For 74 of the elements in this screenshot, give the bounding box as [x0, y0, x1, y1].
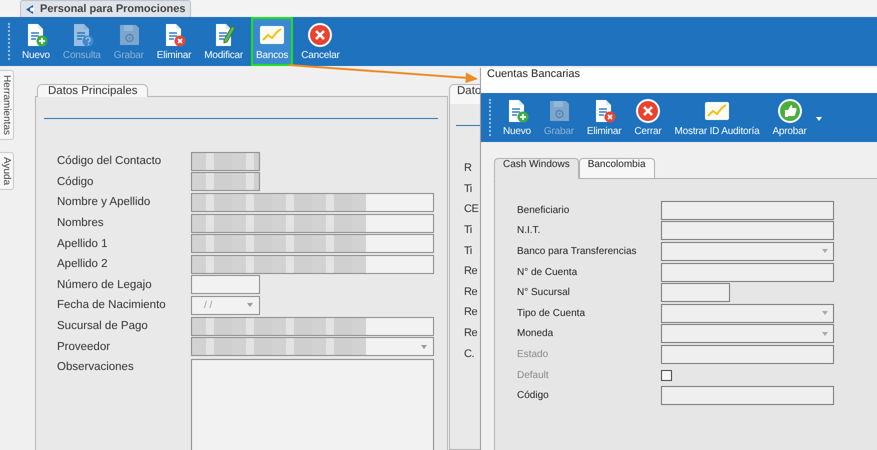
- input-field[interactable]: [191, 316, 434, 336]
- thumbs-up-icon: [776, 98, 803, 124]
- field-label: C.: [464, 348, 474, 360]
- dropdown-field[interactable]: [661, 324, 834, 344]
- cancel-icon: [634, 98, 661, 124]
- field-label: Beneficiario: [517, 204, 570, 216]
- input-field[interactable]: [191, 172, 260, 192]
- dropdown-field[interactable]: [661, 304, 834, 323]
- field-label: Re: [464, 327, 478, 340]
- toolbar-button[interactable]: Nuevo: [17, 17, 55, 66]
- blurred-value: [192, 152, 259, 170]
- toolbar-button[interactable]: Cerrar: [629, 93, 667, 142]
- field-label: Ti: [464, 244, 472, 257]
- toolbar-button[interactable]: Eliminar: [582, 93, 626, 142]
- blurred-value: [192, 173, 259, 190]
- field-label: Default: [517, 370, 550, 381]
- input-field[interactable]: [661, 344, 834, 364]
- field-label: Tipo de Cuenta: [517, 308, 586, 319]
- input-field[interactable]: [191, 254, 434, 274]
- field-label: Banco para Transferencias: [517, 246, 638, 257]
- field-label: N° Sucursal: [517, 287, 571, 298]
- field-label: Nombre y Apellido: [57, 196, 152, 208]
- field-label: Sucursal de Pago: [57, 320, 149, 332]
- tab[interactable]: Bancolombia: [578, 158, 655, 178]
- field-label: Moneda: [517, 328, 554, 340]
- field-label: N.I.T.: [517, 225, 542, 236]
- field-label: Ti: [464, 224, 472, 236]
- input-field[interactable]: [191, 152, 260, 171]
- toolbar-button[interactable]: Aprobar: [767, 95, 812, 140]
- field-label: Apellido 1: [57, 238, 109, 250]
- field-label: Re: [464, 306, 478, 318]
- field-label: Apellido 2: [57, 258, 109, 270]
- toolbar-button[interactable]: Mostrar ID Auditoría: [670, 93, 764, 142]
- toolbar-button[interactable]: Modificar: [199, 17, 248, 66]
- field-label: Proveedor: [57, 340, 112, 353]
- field-label: Re: [464, 286, 478, 298]
- side-tab[interactable]: Herramientas: [0, 70, 14, 140]
- panel-tab[interactable]: Datos Principales: [37, 84, 148, 97]
- toolbar-button[interactable]: Eliminar: [152, 17, 196, 66]
- input-field[interactable]: [661, 386, 834, 406]
- field-label: Código del Contacto: [57, 155, 162, 168]
- input-field[interactable]: [661, 200, 834, 220]
- field-label: Estado: [517, 348, 550, 360]
- field-label: N° de Cuenta: [517, 266, 578, 278]
- app-logo-icon: [25, 4, 36, 14]
- panel-tab[interactable]: Dato: [449, 84, 481, 104]
- field-label: Ti: [464, 182, 472, 195]
- field-label: Código: [57, 176, 94, 188]
- dropdown-field[interactable]: [661, 242, 834, 261]
- field-label: Nombres: [57, 217, 105, 230]
- dropdown-field[interactable]: [191, 337, 434, 356]
- field-label: Re: [464, 265, 478, 278]
- date-picker[interactable]: / /: [191, 296, 260, 315]
- input-field[interactable]: [661, 283, 730, 302]
- field-label: Observaciones: [57, 361, 135, 374]
- field-label: R: [464, 162, 472, 174]
- input-field[interactable]: [661, 262, 834, 282]
- toolbar-button[interactable]: Cancelar: [296, 17, 345, 66]
- side-tab[interactable]: Ayuda: [0, 152, 14, 190]
- field-label: Fecha de Nacimiento: [57, 299, 167, 312]
- field-label: CE: [464, 203, 478, 216]
- input-field[interactable]: [661, 221, 834, 240]
- input-field[interactable]: [191, 214, 434, 233]
- tab[interactable]: Cash Windows: [494, 158, 579, 179]
- toolbar-button[interactable]: Bancos: [251, 17, 294, 66]
- cancel-icon: [307, 22, 334, 48]
- input-field[interactable]: [191, 192, 434, 212]
- window-tab[interactable]: Personal para Promociones: [20, 0, 190, 17]
- input-field[interactable]: [191, 234, 434, 254]
- field-label: Código: [517, 390, 550, 402]
- input-field[interactable]: [191, 275, 260, 294]
- field-label: Número de Legajo: [57, 278, 153, 291]
- toolbar-button[interactable]: Nuevo: [498, 93, 536, 142]
- dialog-title: Cuentas Bancarias: [481, 68, 877, 93]
